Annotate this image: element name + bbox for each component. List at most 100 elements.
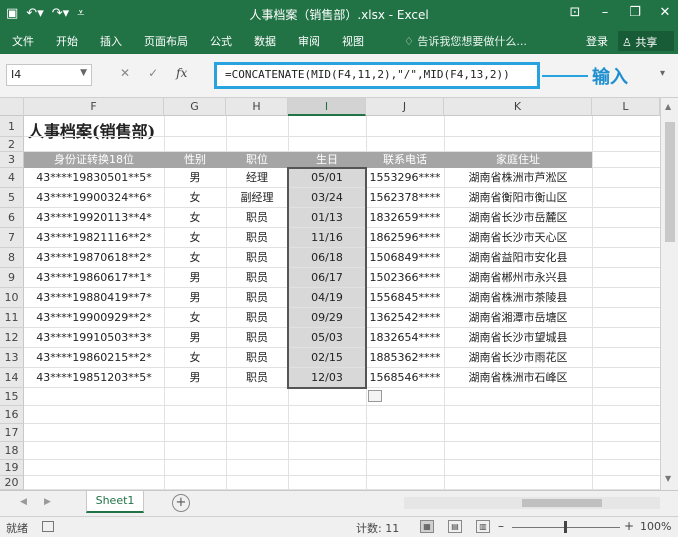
table-cell[interactable]: 湖南省株洲市芦淞区 [444, 168, 592, 188]
minimize-icon[interactable]: – [596, 4, 614, 22]
share-button[interactable]: ♙ 共享 [618, 31, 674, 51]
table-cell[interactable]: 职员 [226, 368, 288, 388]
table-cell[interactable]: 经理 [226, 168, 288, 188]
insert-function-icon[interactable]: fx [176, 66, 187, 80]
scroll-down-icon[interactable]: ▼ [665, 474, 671, 483]
zoom-in-icon[interactable]: + [624, 519, 634, 533]
sheet-tab[interactable]: Sheet1 [86, 491, 144, 513]
row-header[interactable]: 6 [0, 208, 24, 228]
table-header-cell[interactable]: 身份证转换18位 [24, 152, 164, 168]
selection-outline[interactable] [287, 167, 367, 389]
normal-view-icon[interactable]: ▦ [420, 520, 434, 533]
table-cell[interactable]: 1556845**** [366, 288, 444, 308]
prev-sheet-icon[interactable]: ◀ [20, 497, 27, 507]
table-cell[interactable]: 职员 [226, 228, 288, 248]
table-header-cell[interactable]: 生日 [288, 152, 366, 168]
table-cell[interactable]: 湖南省衡阳市衡山区 [444, 188, 592, 208]
table-cell[interactable]: 43****19900324**6* [24, 188, 164, 208]
table-cell[interactable]: 43****19821116**2* [24, 228, 164, 248]
scroll-up-icon[interactable]: ▲ [665, 102, 671, 111]
name-box[interactable]: I4 ▼ [6, 64, 92, 86]
table-cell[interactable]: 女 [164, 208, 226, 228]
row-header[interactable]: 10 [0, 288, 24, 308]
row-header[interactable]: 13 [0, 348, 24, 368]
table-cell[interactable]: 湖南省益阳市安化县 [444, 248, 592, 268]
table-cell[interactable]: 湖南省长沙市天心区 [444, 228, 592, 248]
next-sheet-icon[interactable]: ▶ [44, 497, 51, 507]
row-header[interactable]: 11 [0, 308, 24, 328]
zoom-slider-knob[interactable] [564, 521, 567, 533]
table-header-cell[interactable]: 家庭住址 [444, 152, 592, 168]
table-cell[interactable]: 女 [164, 188, 226, 208]
restore-icon[interactable]: ❐ [626, 4, 644, 22]
page-layout-view-icon[interactable]: ▤ [448, 520, 462, 533]
table-cell[interactable]: 湖南省长沙市雨花区 [444, 348, 592, 368]
cancel-icon[interactable]: ✕ [120, 66, 130, 80]
column-header[interactable]: F [24, 98, 164, 116]
table-cell[interactable]: 湖南省株洲市茶陵县 [444, 288, 592, 308]
table-cell[interactable]: 男 [164, 328, 226, 348]
tell-me-search[interactable]: ♢ 告诉我您想要做什么... [404, 33, 527, 49]
ribbon-tab[interactable]: 文件 [12, 33, 34, 49]
enter-icon[interactable]: ✓ [148, 66, 158, 80]
table-cell[interactable]: 男 [164, 288, 226, 308]
table-cell[interactable]: 1562378**** [366, 188, 444, 208]
row-header[interactable]: 9 [0, 268, 24, 288]
row-header[interactable]: 7 [0, 228, 24, 248]
table-cell[interactable]: 43****19860215**2* [24, 348, 164, 368]
table-cell[interactable]: 43****19830501**5* [24, 168, 164, 188]
column-header[interactable]: L [592, 98, 660, 116]
table-cell[interactable]: 职员 [226, 268, 288, 288]
vertical-scrollbar[interactable]: ▲ ▼ [660, 98, 678, 490]
table-cell[interactable]: 副经理 [226, 188, 288, 208]
scroll-thumb[interactable] [665, 122, 675, 242]
table-cell[interactable]: 职员 [226, 208, 288, 228]
table-cell[interactable]: 1832659**** [366, 208, 444, 228]
column-header[interactable]: G [164, 98, 226, 116]
table-cell[interactable]: 湖南省长沙市望城县 [444, 328, 592, 348]
table-cell[interactable]: 1362542**** [366, 308, 444, 328]
table-header-cell[interactable]: 性别 [164, 152, 226, 168]
table-cell[interactable]: 1553296**** [366, 168, 444, 188]
row-header[interactable]: 8 [0, 248, 24, 268]
table-cell[interactable]: 女 [164, 248, 226, 268]
ribbon-display-icon[interactable]: ⊡ [566, 4, 584, 22]
table-cell[interactable]: 男 [164, 268, 226, 288]
ribbon-tab[interactable]: 插入 [100, 33, 122, 49]
table-cell[interactable]: 湖南省株洲市石峰区 [444, 368, 592, 388]
zoom-out-icon[interactable]: – [498, 519, 504, 533]
table-cell[interactable]: 43****19910503**3* [24, 328, 164, 348]
login-link[interactable]: 登录 [586, 33, 608, 49]
ribbon-tab[interactable]: 审阅 [298, 33, 320, 49]
horizontal-scrollbar[interactable] [404, 497, 660, 509]
close-icon[interactable]: ✕ [656, 4, 674, 22]
ribbon-tab[interactable]: 视图 [342, 33, 364, 49]
table-cell[interactable]: 1502366**** [366, 268, 444, 288]
table-cell[interactable]: 女 [164, 348, 226, 368]
row-header[interactable]: 4 [0, 168, 24, 188]
table-cell[interactable]: 职员 [226, 288, 288, 308]
table-cell[interactable]: 职员 [226, 328, 288, 348]
table-cell[interactable]: 男 [164, 368, 226, 388]
table-cell[interactable]: 女 [164, 308, 226, 328]
quick-analysis-icon[interactable] [368, 390, 382, 402]
row-header[interactable]: 19 [0, 460, 24, 476]
table-cell[interactable]: 1862596**** [366, 228, 444, 248]
row-header[interactable]: 3 [0, 152, 24, 168]
row-header[interactable]: 5 [0, 188, 24, 208]
column-header[interactable]: K [444, 98, 592, 116]
table-cell[interactable]: 男 [164, 168, 226, 188]
row-header[interactable]: 17 [0, 424, 24, 442]
worksheet-grid[interactable]: 人事档案(销售部) 1 2 3 4 5 6 7 8 9 10 11 12 13 14 15 16 17 18 19 2… [0, 116, 660, 490]
ribbon-tab[interactable]: 开始 [56, 33, 78, 49]
row-header[interactable]: 1 [0, 116, 24, 137]
table-cell[interactable]: 1568546**** [366, 368, 444, 388]
hscroll-thumb[interactable] [522, 499, 602, 507]
table-cell[interactable]: 职员 [226, 348, 288, 368]
table-cell[interactable]: 1832654**** [366, 328, 444, 348]
table-cell[interactable]: 43****19851203**5* [24, 368, 164, 388]
column-header[interactable]: I [288, 98, 366, 116]
row-header[interactable]: 16 [0, 406, 24, 424]
table-header-cell[interactable]: 联系电话 [366, 152, 444, 168]
row-header[interactable]: 2 [0, 137, 24, 152]
